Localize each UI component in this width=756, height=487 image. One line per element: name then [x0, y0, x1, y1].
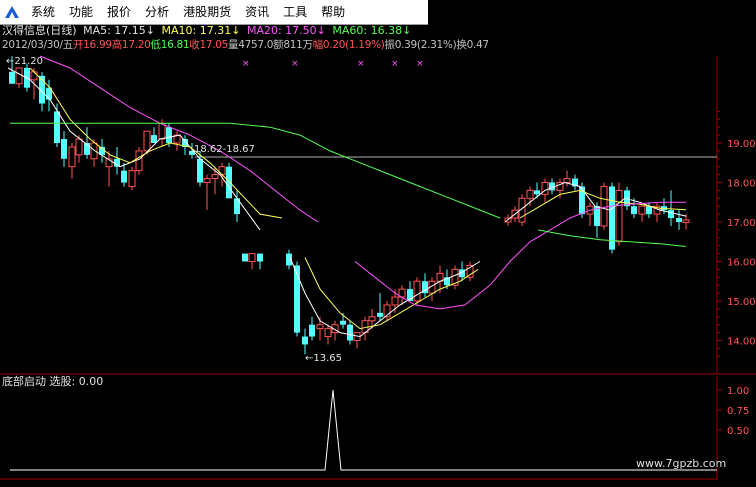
- candle-up: [68, 146, 76, 168]
- mid-annotation: 18.62-18.67: [194, 144, 255, 155]
- candle-down: [377, 312, 383, 317]
- turnover-value: 换0.47: [456, 39, 489, 51]
- candle-down: [309, 324, 315, 337]
- candle-down: [294, 265, 300, 333]
- candle-down: [226, 166, 232, 199]
- candle-up: [391, 296, 399, 306]
- high-annotation: ←21.20: [6, 56, 44, 67]
- indicator-tick-label: 1.00: [727, 386, 749, 397]
- event-marker-icon: ×: [416, 59, 424, 69]
- candle-up: [203, 178, 211, 184]
- candle-up: [368, 316, 376, 322]
- price-tick-label: 14.00: [727, 337, 756, 348]
- high-value: 高17.20: [111, 39, 151, 51]
- event-marker-icon: ×: [242, 59, 250, 69]
- candle-up: [638, 205, 646, 215]
- indicator-value: 选股: 0.00: [49, 375, 104, 388]
- menu-item-help[interactable]: 帮助: [314, 0, 352, 24]
- ma60-value: MA60: 16.38↓: [332, 24, 412, 37]
- change-value: 幅0.20(1.19%): [312, 39, 385, 51]
- candle-up: [682, 219, 690, 223]
- candle-up: [324, 328, 332, 338]
- candle-down: [534, 190, 540, 195]
- candle-up: [563, 178, 571, 184]
- menu-item-system[interactable]: 系统: [24, 0, 62, 24]
- event-marker-icon: ×: [291, 59, 299, 69]
- indicator-tick-label: 0.75: [727, 406, 749, 417]
- menu-item-analysis[interactable]: 分析: [138, 0, 176, 24]
- ma10-value: MA10: 17.31↓: [161, 24, 241, 37]
- ma5-value: MA5: 17.15↓: [83, 24, 156, 37]
- ma-info-line: 汉得信息(日线) MA5: 17.15↓ MA10: 17.31↓ MA20: …: [2, 24, 414, 38]
- candle-up: [615, 189, 623, 243]
- ma60-line: [10, 122, 501, 219]
- indicator-tick-label: 0.50: [727, 426, 749, 437]
- candle-up: [211, 174, 219, 180]
- price-tick-label: 15.00: [727, 297, 756, 308]
- menu-bar: 系统 功能 报价 分析 港股期货 资讯 工具 帮助: [0, 0, 428, 25]
- candle-up: [600, 185, 608, 227]
- candle-down: [9, 71, 15, 84]
- candle-up: [248, 253, 256, 263]
- candle-down: [242, 253, 248, 262]
- candle-up: [218, 166, 226, 176]
- candle-down: [631, 206, 637, 215]
- candle-down: [646, 206, 652, 215]
- candle-up: [526, 189, 534, 199]
- candle-down: [197, 158, 203, 183]
- open-value: 开16.99: [72, 39, 112, 51]
- candle-up: [30, 71, 38, 81]
- candle-up: [75, 138, 83, 156]
- amplitude-value: 振0.39(2.31%): [384, 39, 457, 51]
- candle-up: [135, 150, 143, 172]
- indicator-header: 底部启动 选股: 0.00: [2, 375, 103, 389]
- candle-down: [114, 158, 120, 167]
- candle-down: [347, 324, 353, 341]
- candle-down: [151, 135, 157, 143]
- candle-down: [668, 210, 674, 219]
- candle-up: [128, 170, 136, 187]
- price-tick-label: 19.00: [727, 139, 756, 150]
- stock-name: 汉得信息(日线): [2, 24, 77, 37]
- bar-date: 2012/03/30/五: [2, 39, 73, 51]
- candle-down: [61, 139, 67, 159]
- price-tick-label: 16.00: [727, 258, 756, 269]
- menu-item-hk-futures[interactable]: 港股期货: [176, 0, 238, 24]
- low-value: 低16.81: [150, 39, 190, 51]
- candle-down: [257, 253, 263, 262]
- amount-value: 额811万: [273, 39, 313, 51]
- candle-up: [90, 142, 98, 160]
- candle-down: [302, 336, 308, 345]
- low-annotation: ←13.65: [305, 353, 343, 364]
- ma20-value: MA20: 17.50↓: [246, 24, 326, 37]
- kline-chart[interactable]: 19.00 18.00 17.00 16.00 15.00 14.00 1.00 0.75 0…: [0, 0, 756, 487]
- candle-up: [316, 324, 324, 330]
- menu-item-function[interactable]: 功能: [62, 0, 100, 24]
- menu-item-quote[interactable]: 报价: [100, 0, 138, 24]
- price-tick-label: 17.00: [727, 218, 756, 229]
- app-logo-icon: [5, 6, 19, 18]
- event-marker-icon: ×: [391, 59, 399, 69]
- menu-item-news[interactable]: 资讯: [238, 0, 276, 24]
- candle-down: [54, 111, 60, 143]
- candle-down: [166, 127, 172, 143]
- indicator-line: [10, 389, 717, 471]
- candle-up: [158, 122, 166, 140]
- candle-down: [121, 170, 127, 183]
- candle-down: [340, 320, 346, 325]
- watermark: www.7gpzb.com: [636, 457, 727, 470]
- indicator-title: 底部启动: [2, 375, 46, 388]
- candle-up: [15, 67, 23, 85]
- close-value: 收17.05: [189, 39, 229, 51]
- volume-value: 量4757.0: [228, 39, 274, 51]
- candle-up: [413, 280, 421, 302]
- menu-item-tools[interactable]: 工具: [276, 0, 314, 24]
- price-tick-label: 18.00: [727, 179, 756, 190]
- event-marker-icon: ×: [357, 59, 365, 69]
- candle-down: [676, 218, 682, 222]
- candle-up: [143, 130, 151, 152]
- ohlc-info-line: 2012/03/30/五开16.99高17.20低16.81收17.05量475…: [2, 38, 489, 52]
- ma10-line: [304, 257, 479, 330]
